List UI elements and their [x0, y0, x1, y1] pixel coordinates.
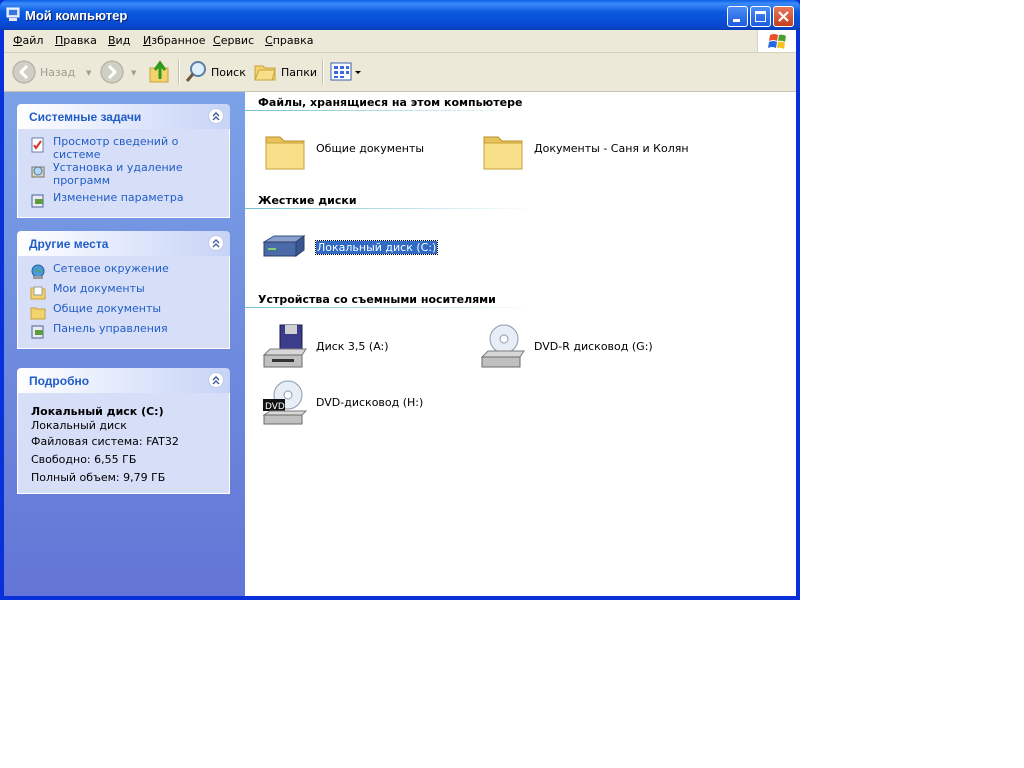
dvd-r-drive-icon	[480, 324, 525, 368]
views-icon	[330, 62, 361, 81]
back-button[interactable]: Назад ▼	[12, 53, 92, 91]
group-header-removable: Устройства со съемными носителями	[258, 293, 496, 306]
add-remove-programs-icon	[31, 166, 45, 178]
detail-name: Локальный диск (C:)	[31, 405, 164, 418]
content-pane: Файлы, хранящиеся на этом компьютере Общ…	[245, 92, 796, 596]
collapse-icon[interactable]	[208, 372, 224, 388]
my-documents-icon	[30, 286, 46, 300]
floppy-drive-icon	[262, 324, 307, 368]
windows-logo	[757, 30, 796, 52]
folder-up-icon	[149, 60, 169, 83]
menu-edit[interactable]: Правка	[55, 34, 97, 47]
toolbar-separator	[322, 59, 324, 85]
folder-icon	[483, 136, 523, 170]
folders-button[interactable]: Папки	[254, 53, 317, 91]
back-arrow-icon	[12, 60, 36, 84]
search-icon	[185, 61, 206, 82]
minimize-button[interactable]	[727, 6, 748, 27]
group-divider	[245, 307, 535, 308]
place-network[interactable]: Сетевое окружение	[18, 262, 229, 282]
folders-icon	[254, 65, 276, 81]
details-panel: Подробно Локальный диск (C:) Локальный д…	[17, 368, 230, 494]
folder-icon	[265, 136, 305, 170]
system-tasks-panel: Системные задачи Просмотр сведений о сис…	[17, 104, 230, 218]
close-button[interactable]	[773, 6, 794, 27]
group-header-files: Файлы, хранящиеся на этом компьютере	[258, 96, 523, 109]
windows-flag-icon	[768, 34, 786, 49]
shared-folder-icon	[30, 307, 46, 320]
forward-arrow-icon	[100, 60, 124, 84]
menu-favorites[interactable]: Избранное	[143, 34, 205, 47]
detail-filesystem: Файловая система: FAT32	[31, 435, 179, 448]
other-places-panel: Другие места Сетевое окружение Мои докум…	[17, 231, 230, 349]
dvd-drive-icon: DVD	[262, 380, 308, 425]
detail-total-size: Полный объем: 9,79 ГБ	[31, 471, 166, 484]
up-button[interactable]	[148, 53, 174, 91]
menu-file[interactable]: Файл	[13, 34, 43, 47]
control-panel-icon	[31, 325, 44, 339]
system-info-icon	[31, 137, 44, 153]
maximize-button[interactable]	[750, 6, 771, 27]
task-add-remove-programs[interactable]: Установка и удаление программ	[18, 161, 229, 191]
control-panel-icon	[31, 194, 44, 208]
forward-button[interactable]: ▼	[100, 53, 140, 91]
detail-type: Локальный диск	[31, 419, 127, 432]
group-divider	[245, 110, 535, 111]
task-pane: Системные задачи Просмотр сведений о сис…	[4, 92, 245, 596]
group-header-hard-drives: Жесткие диски	[258, 194, 357, 207]
menu-tools[interactable]: Сервис	[213, 34, 254, 47]
place-shared-documents[interactable]: Общие документы	[18, 302, 229, 322]
place-my-documents[interactable]: Мои документы	[18, 282, 229, 302]
task-view-system-info[interactable]: Просмотр сведений о системе	[18, 135, 229, 161]
collapse-icon[interactable]	[208, 235, 224, 251]
title-bar[interactable]: Мой компьютер	[0, 0, 800, 30]
window-title: Мой компьютер	[25, 8, 128, 23]
menu-bar: Файл Правка Вид Избранное Сервис Справка	[4, 30, 796, 53]
other-places-header[interactable]: Другие места	[17, 231, 230, 256]
group-divider	[245, 208, 535, 209]
selected-label: Локальный диск (C:)	[314, 240, 439, 255]
toolbar-separator	[178, 59, 180, 85]
system-tasks-header[interactable]: Системные задачи	[17, 104, 230, 129]
minimize-icon	[733, 19, 740, 22]
maximize-icon	[755, 11, 766, 22]
my-computer-icon	[6, 7, 20, 21]
toolbar: Назад ▼ ▼ Поиск Папки	[4, 53, 796, 92]
views-button[interactable]	[330, 53, 364, 91]
network-globe-icon	[31, 264, 45, 279]
back-dropdown-icon: ▼	[86, 69, 92, 77]
menu-view[interactable]: Вид	[108, 34, 130, 47]
details-header[interactable]: Подробно	[17, 368, 230, 393]
collapse-icon[interactable]	[208, 108, 224, 124]
forward-dropdown-icon: ▼	[131, 69, 137, 77]
task-change-setting[interactable]: Изменение параметра	[18, 191, 229, 211]
place-control-panel[interactable]: Панель управления	[18, 322, 229, 342]
detail-free-space: Свободно: 6,55 ГБ	[31, 453, 137, 466]
close-icon	[778, 11, 789, 22]
explorer-window: Мой компьютер Файл Правка Вид Избранное …	[0, 0, 800, 600]
menu-help[interactable]: Справка	[265, 34, 313, 47]
hard-drive-icon	[262, 235, 306, 257]
search-button[interactable]: Поиск	[184, 53, 246, 91]
